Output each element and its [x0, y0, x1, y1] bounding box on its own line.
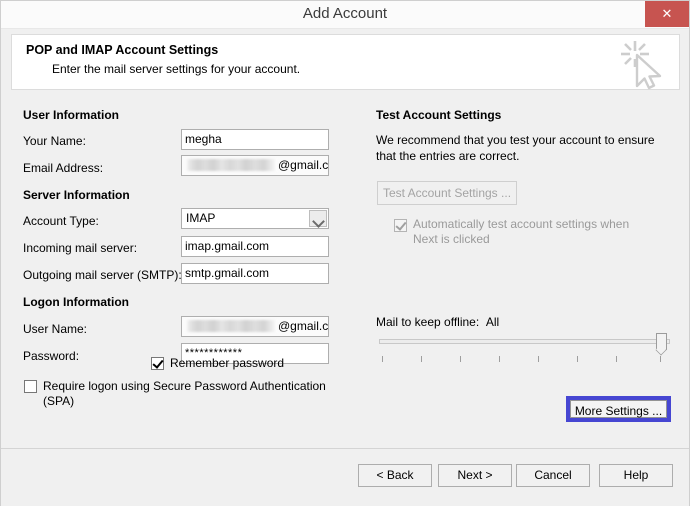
header-panel: POP and IMAP Account Settings Enter the … [11, 34, 680, 90]
mail-offline-label: Mail to keep offline: All [376, 315, 499, 329]
dialog-footer: < Back Next > Cancel Help [1, 448, 689, 506]
logon-information-heading: Logon Information [23, 295, 129, 309]
slider-tick [538, 356, 539, 362]
more-settings-focus-ring: More Settings ... [566, 396, 671, 422]
user-name-label: User Name: [23, 322, 88, 336]
test-account-settings-button[interactable]: Test Account Settings ... [377, 181, 517, 205]
remember-password-label: Remember password [170, 356, 285, 370]
password-label: Password: [23, 349, 80, 363]
chevron-down-icon[interactable] [309, 210, 327, 227]
redaction-block [185, 159, 277, 171]
slider-tick [421, 356, 422, 362]
slider-track[interactable] [379, 339, 670, 344]
slider-tick [577, 356, 578, 362]
page-subtitle: Enter the mail server settings for your … [52, 62, 301, 76]
user-information-heading: User Information [23, 108, 120, 122]
settings-body: User Information Your Name: megha Email … [1, 93, 689, 448]
spa-checkbox[interactable] [24, 380, 37, 393]
your-name-input[interactable]: megha [181, 129, 329, 150]
account-type-select[interactable]: IMAP [181, 208, 329, 229]
mail-offline-slider[interactable] [379, 333, 670, 365]
email-address-label: Email Address: [23, 161, 104, 175]
auto-test-label: Automatically test account settings when… [413, 217, 630, 246]
slider-tick [499, 356, 500, 362]
email-address-value: @gmail.com [278, 158, 329, 172]
outgoing-mail-server-input[interactable]: smtp.gmail.com [181, 263, 329, 284]
slider-thumb[interactable] [656, 333, 667, 350]
window-title: Add Account [302, 5, 388, 22]
remember-password-checkbox[interactable] [151, 357, 164, 370]
close-icon[interactable]: ✕ [645, 1, 689, 27]
account-type-value: IMAP [186, 211, 216, 225]
user-name-input[interactable]: @gmail.com [181, 316, 329, 337]
test-account-description: We recommend that you test your account … [376, 133, 655, 163]
email-address-input[interactable]: @gmail.com [181, 155, 329, 176]
slider-tick [616, 356, 617, 362]
more-settings-button[interactable]: More Settings ... [570, 400, 667, 418]
cancel-button[interactable]: Cancel [516, 464, 590, 487]
incoming-mail-server-label: Incoming mail server: [23, 241, 138, 255]
server-information-heading: Server Information [23, 188, 130, 202]
test-account-settings-heading: Test Account Settings [376, 108, 502, 122]
outgoing-mail-server-label: Outgoing mail server (SMTP): [23, 268, 182, 282]
account-type-label: Account Type: [23, 214, 99, 228]
incoming-mail-server-input[interactable]: imap.gmail.com [181, 236, 329, 257]
spa-label: Require logon using Secure Password Auth… [43, 379, 326, 408]
title-bar: Add Account ✕ [1, 1, 689, 29]
back-button[interactable]: < Back [358, 464, 432, 487]
add-account-dialog: Add Account ✕ POP and IMAP Account Setti… [0, 0, 690, 506]
slider-tick [460, 356, 461, 362]
help-button[interactable]: Help [599, 464, 673, 487]
page-title: POP and IMAP Account Settings [26, 43, 219, 57]
mail-offline-value: All [485, 315, 500, 329]
wand-cursor-icon [621, 41, 662, 90]
user-name-value: @gmail.com [278, 319, 329, 333]
your-name-label: Your Name: [23, 134, 86, 148]
next-button[interactable]: Next > [438, 464, 512, 487]
auto-test-checkbox[interactable] [394, 219, 407, 232]
redaction-block [185, 320, 277, 332]
slider-tick [382, 356, 383, 362]
mail-offline-label-text: Mail to keep offline: [376, 315, 480, 329]
slider-tick [660, 356, 661, 362]
